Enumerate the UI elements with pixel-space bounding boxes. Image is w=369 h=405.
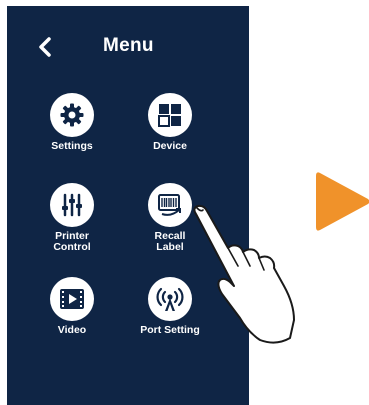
settings-icon-circle — [50, 93, 94, 137]
printer-control-icon-circle — [50, 183, 94, 227]
chevron-left-icon — [39, 37, 51, 57]
settings-label: Settings — [51, 140, 93, 152]
recall-label-icon — [158, 194, 181, 216]
sliders-icon — [62, 193, 82, 217]
antenna-icon — [156, 287, 184, 311]
gear-icon — [60, 103, 84, 127]
menu-item-video[interactable]: Video — [32, 277, 112, 336]
play-arrow-icon — [316, 172, 369, 231]
video-label: Video — [57, 324, 87, 336]
pointing-hand-icon — [193, 204, 295, 344]
device-icon-circle — [148, 93, 192, 137]
printer-control-label: Printer Control — [53, 230, 91, 253]
back-button[interactable] — [33, 34, 59, 60]
device-label: Device — [153, 140, 187, 152]
page: Menu Settings Device Printer Control Rec… — [0, 0, 369, 405]
menu-item-device[interactable]: Device — [130, 93, 210, 152]
video-icon — [60, 289, 84, 309]
menu-item-printer-control[interactable]: Printer Control — [32, 183, 112, 253]
menu-item-settings[interactable]: Settings — [32, 93, 112, 152]
video-icon-circle — [50, 277, 94, 321]
grid-icon — [158, 104, 181, 127]
page-title: Menu — [103, 35, 154, 56]
